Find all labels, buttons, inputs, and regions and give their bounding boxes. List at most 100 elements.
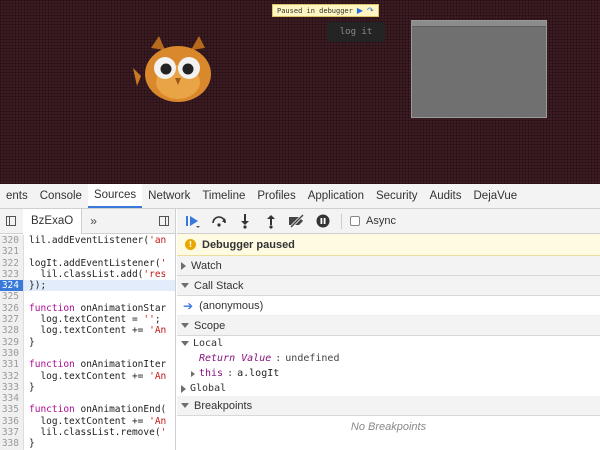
tab-label: Audits bbox=[429, 190, 462, 202]
code-line[interactable]: 337 lil.classList.remove(' bbox=[0, 427, 175, 439]
tab-timeline[interactable]: Timeline bbox=[196, 184, 251, 208]
code-line[interactable]: 333} bbox=[0, 381, 175, 394]
tab-audits[interactable]: Audits bbox=[424, 184, 468, 208]
scope-local[interactable]: Local bbox=[177, 336, 600, 351]
pause-on-exceptions-button[interactable] bbox=[313, 212, 333, 230]
resume-button[interactable] bbox=[183, 212, 203, 230]
tab-label: Security bbox=[375, 190, 418, 202]
colon: : bbox=[275, 353, 282, 364]
code-text: }); bbox=[29, 280, 47, 292]
call-frame-label: (anonymous) bbox=[199, 299, 264, 312]
line-number[interactable]: 321 bbox=[0, 246, 24, 258]
tab-application[interactable]: Application bbox=[302, 184, 370, 208]
return-value-value: undefined bbox=[285, 353, 340, 364]
debugger-sidebar: Async ! Debugger paused Watch Call Stack… bbox=[177, 209, 600, 450]
code-text: } bbox=[29, 336, 35, 348]
expand-arrow-icon bbox=[181, 261, 186, 270]
tab-sources[interactable]: Sources bbox=[87, 184, 143, 208]
async-checkbox[interactable] bbox=[350, 216, 360, 226]
colon: : bbox=[227, 368, 234, 379]
line-number[interactable]: 323 bbox=[0, 268, 24, 281]
this-row[interactable]: this: a.logIt bbox=[177, 366, 600, 381]
code-line[interactable]: 332 log.textContent += 'An bbox=[0, 370, 175, 382]
code-line[interactable]: 329} bbox=[0, 336, 175, 348]
code-line[interactable]: 326 function onAnimationStar bbox=[0, 302, 175, 315]
tab-label: Network bbox=[148, 190, 191, 202]
code-line[interactable]: 328 log.textContent += 'An bbox=[0, 325, 175, 337]
step-over-button[interactable] bbox=[209, 212, 229, 230]
code-editor[interactable]: 320 lil.addEventListener('an 321 322 logIt.a… bbox=[0, 234, 175, 450]
line-number[interactable]: 326 bbox=[0, 302, 24, 315]
breakpoints-label: Breakpoints bbox=[194, 399, 253, 412]
code-line[interactable]: 338} bbox=[0, 438, 175, 450]
code-line[interactable]: 323 lil.classList.add('res bbox=[0, 268, 175, 281]
line-number[interactable]: 325 bbox=[0, 291, 24, 303]
sources-editor-pane: BzExaO » 320 lil.addEventListener('an 321 3… bbox=[0, 209, 176, 450]
code-line[interactable]: 331 function onAnimationIter bbox=[0, 359, 175, 371]
scope-global[interactable]: Global bbox=[177, 381, 600, 396]
call-stack-section-header[interactable]: Call Stack bbox=[177, 276, 600, 296]
tab-elements[interactable]: ents bbox=[0, 184, 34, 208]
tab-network[interactable]: Network bbox=[142, 184, 196, 208]
watch-section-header[interactable]: Watch bbox=[177, 256, 600, 276]
devtools-panel: ents Console Sources Network Timeline Pr… bbox=[0, 184, 600, 450]
code-line[interactable]: 335 function onAnimationEnd( bbox=[0, 404, 175, 416]
owl-image bbox=[133, 36, 211, 102]
code-line[interactable]: 325 bbox=[0, 291, 175, 303]
code-line[interactable]: 324}); bbox=[0, 280, 175, 292]
line-number[interactable]: 336 bbox=[0, 415, 24, 428]
step-over-icon[interactable]: ↷ bbox=[367, 6, 374, 15]
toggle-debugger-sidebar-icon[interactable] bbox=[159, 216, 169, 226]
resume-icon bbox=[186, 216, 200, 228]
code-line[interactable]: 320 lil.addEventListener('an bbox=[0, 235, 175, 247]
step-out-button[interactable] bbox=[261, 212, 281, 230]
collapse-arrow-icon bbox=[181, 323, 189, 328]
code-line[interactable]: 336 log.textContent += 'An bbox=[0, 415, 175, 428]
line-number[interactable]: 322 bbox=[0, 257, 24, 269]
line-number[interactable]: 338 bbox=[0, 438, 24, 450]
line-number[interactable]: 333 bbox=[0, 381, 24, 394]
local-label: Local bbox=[193, 338, 224, 349]
line-number[interactable]: 330 bbox=[0, 347, 24, 360]
tab-profiles[interactable]: Profiles bbox=[251, 184, 301, 208]
async-label: Async bbox=[366, 215, 396, 227]
expand-arrow-icon bbox=[181, 384, 186, 393]
code-line[interactable]: 330 bbox=[0, 347, 175, 360]
code-line[interactable]: 322 logIt.addEventListener(' bbox=[0, 257, 175, 269]
line-number[interactable]: 337 bbox=[0, 427, 24, 439]
code-line[interactable]: 321 bbox=[0, 246, 175, 258]
resume-icon[interactable]: ▶ bbox=[357, 6, 363, 15]
call-frame-anonymous[interactable]: ➔ (anonymous) bbox=[177, 296, 600, 316]
line-number[interactable]: 335 bbox=[0, 404, 24, 416]
line-number[interactable]: 320 bbox=[0, 235, 24, 247]
tab-security[interactable]: Security bbox=[370, 184, 424, 208]
info-icon: ! bbox=[185, 239, 196, 250]
line-number[interactable]: 332 bbox=[0, 370, 24, 382]
line-number[interactable]: 334 bbox=[0, 393, 24, 405]
more-tabs-icon[interactable]: » bbox=[82, 214, 105, 228]
code-line[interactable]: 334 bbox=[0, 393, 175, 405]
file-tab-bzexao[interactable]: BzExaO bbox=[23, 209, 83, 234]
code-line[interactable]: 327 log.textContent = ''; bbox=[0, 314, 175, 326]
log-it-button[interactable]: log it bbox=[327, 22, 385, 42]
line-number[interactable]: 327 bbox=[0, 314, 24, 326]
page-viewport: Paused in debugger ▶ ↷ log it bbox=[0, 0, 600, 184]
toggle-navigator-icon[interactable] bbox=[6, 216, 16, 226]
code-text: function onAnimationIter bbox=[29, 359, 167, 371]
line-number[interactable]: 324 bbox=[0, 280, 24, 292]
breakpoints-section-header[interactable]: Breakpoints bbox=[177, 396, 600, 416]
deactivate-breakpoints-button[interactable] bbox=[287, 212, 307, 230]
tab-console[interactable]: Console bbox=[34, 184, 88, 208]
tab-label: Profiles bbox=[257, 190, 296, 202]
scope-section-header[interactable]: Scope bbox=[177, 316, 600, 336]
scope-label: Scope bbox=[194, 319, 226, 332]
line-number[interactable]: 329 bbox=[0, 336, 24, 348]
step-into-button[interactable] bbox=[235, 212, 255, 230]
tab-dejavue[interactable]: DejaVue bbox=[468, 184, 524, 208]
debugger-toolbar: Async bbox=[177, 209, 600, 234]
line-number[interactable]: 331 bbox=[0, 359, 24, 371]
debugger-paused-message: ! Debugger paused bbox=[177, 234, 600, 256]
line-number[interactable]: 328 bbox=[0, 325, 24, 337]
